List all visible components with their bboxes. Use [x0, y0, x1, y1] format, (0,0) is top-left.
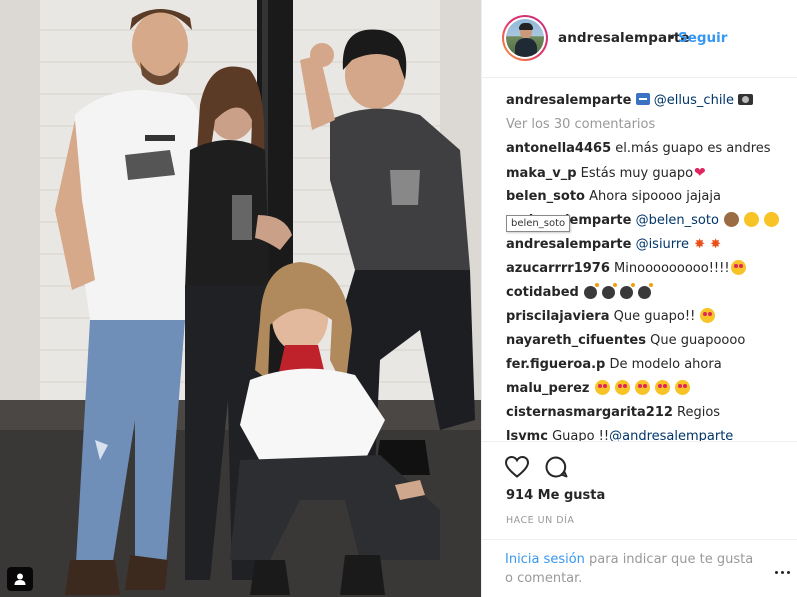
- comment-item: azucarrrr1976 Minooooooooo!!!!: [506, 257, 786, 281]
- profile-avatar[interactable]: [502, 15, 548, 61]
- heart-outline-icon: [504, 455, 530, 478]
- user-tag-button[interactable]: [7, 567, 33, 591]
- login-prompt-text: Inicia sesión para indicar que te gusta …: [505, 550, 765, 588]
- camera-flash-icon: [738, 94, 754, 105]
- comment-item: nayareth_cifuentes Que guapoooo: [506, 329, 786, 353]
- heart-eyes-icon: [675, 380, 691, 395]
- comment-button[interactable]: [544, 455, 570, 479]
- more-options-button[interactable]: [775, 569, 791, 575]
- likes-count[interactable]: 914 Me gusta: [506, 488, 605, 503]
- more-dot-icon: [775, 570, 778, 574]
- comment-item: belen_soto Ahora sipoooo jajaja: [506, 185, 786, 209]
- bomb-icon: [602, 283, 618, 299]
- comment-item: fer.figueroa.p De modelo ahora: [506, 353, 786, 377]
- caption: andresalemparte @ellus_chile: [506, 89, 786, 113]
- kissing-face-icon: [764, 212, 780, 227]
- comment-text: De modelo ahora: [609, 357, 722, 372]
- caption-mention[interactable]: @ellus_chile: [654, 93, 734, 108]
- avatar-inner: [504, 17, 546, 59]
- post-sidebar: andresalemparte • Seguir andresalemparte…: [481, 0, 797, 597]
- collision-icon: ✸: [694, 237, 706, 252]
- bomb-icon: [638, 283, 654, 299]
- nerd-face-icon: [744, 212, 760, 227]
- heart-icon: ❤: [694, 165, 706, 181]
- post-timestamp: HACE UN DÍA: [506, 515, 575, 526]
- comment-text: Regios: [677, 405, 721, 420]
- comment-text: Ahora sipoooo jajaja: [589, 189, 721, 204]
- login-link[interactable]: Inicia sesión: [505, 552, 585, 567]
- avatar-image: [506, 19, 544, 57]
- comment-text: Que guapoooo: [650, 333, 746, 348]
- heart-eyes-icon: [700, 308, 716, 323]
- comment-item: cotidabed: [506, 281, 786, 305]
- more-dot-icon: [781, 570, 784, 574]
- login-prompt: Inicia sesión para indicar que te gusta …: [482, 539, 797, 597]
- user-tag-icon: [14, 573, 26, 585]
- collision-icon: ✸: [710, 237, 722, 252]
- see-no-evil-monkey-icon: [724, 212, 740, 227]
- post-actions: 914 Me gusta HACE UN DÍA Inicia sesión p…: [482, 441, 797, 597]
- username-tooltip: belen_soto: [506, 215, 571, 232]
- comment-item: maka_v_p Estás muy guapo❤: [506, 161, 786, 185]
- comment-mention[interactable]: @belen_soto: [636, 213, 719, 228]
- heart-eyes-icon: [594, 380, 610, 395]
- more-dot-icon: [787, 570, 790, 574]
- comment-text: Guapo !!: [552, 429, 610, 441]
- follow-button[interactable]: Seguir: [678, 30, 727, 46]
- comment-item: antonella4465 el.más guapo es andres: [506, 137, 786, 161]
- comment-text: Que guapo!!: [613, 309, 696, 324]
- bomb-icon: [583, 283, 599, 299]
- heart-eyes-icon: [730, 260, 746, 275]
- comment-mention[interactable]: @andresalemparte: [609, 429, 733, 441]
- comment-item: priscilajaviera Que guapo!!: [506, 305, 786, 329]
- comment-item: andresalemparte @isiurre ✸ ✸: [506, 233, 786, 257]
- post-photo[interactable]: [0, 0, 481, 597]
- comment-username[interactable]: belen_soto: [506, 189, 585, 204]
- heart-eyes-icon: [614, 380, 630, 395]
- comment-item: malu_perez: [506, 377, 786, 401]
- heart-eyes-icon: [634, 380, 650, 395]
- post-header: andresalemparte • Seguir: [482, 0, 797, 78]
- header-separator: •: [668, 30, 676, 46]
- comments-list[interactable]: andresalemparte @ellus_chile Ver los 30 …: [506, 89, 786, 441]
- view-all-comments-link[interactable]: Ver los 30 comentarios: [506, 113, 786, 137]
- comment-bubble-icon: [545, 456, 568, 478]
- comment-username[interactable]: malu_perez: [506, 381, 589, 396]
- soon-arrow-icon: [635, 93, 650, 105]
- comment-username[interactable]: priscilajaviera: [506, 309, 609, 324]
- comment-text: Minooooooooo!!!!: [614, 261, 730, 276]
- comment-username[interactable]: cotidabed: [506, 285, 579, 300]
- bomb-icon: [620, 283, 636, 299]
- comment-username[interactable]: cisternasmargarita212: [506, 405, 673, 420]
- comment-username[interactable]: fer.figueroa.p: [506, 357, 605, 372]
- comment-username[interactable]: lsvmc: [506, 429, 548, 441]
- comment-username[interactable]: andresalemparte: [506, 237, 631, 252]
- comment-username[interactable]: nayareth_cifuentes: [506, 333, 646, 348]
- comment-item: cisternasmargarita212 Regios: [506, 401, 786, 425]
- comment-username[interactable]: maka_v_p: [506, 166, 577, 181]
- comment-username[interactable]: antonella4465: [506, 141, 611, 156]
- comment-item: lsvmc Guapo !!@andresalemparte: [506, 425, 786, 441]
- comment-username[interactable]: azucarrrr1976: [506, 261, 610, 276]
- comment-mention[interactable]: @isiurre: [636, 237, 689, 252]
- comment-text: Estás muy guapo: [580, 166, 694, 181]
- post-photo-image: [0, 0, 481, 597]
- heart-eyes-icon: [655, 380, 671, 395]
- comment-text: el.más guapo es andres: [615, 141, 771, 156]
- caption-username[interactable]: andresalemparte: [506, 93, 631, 108]
- like-button[interactable]: [504, 455, 530, 479]
